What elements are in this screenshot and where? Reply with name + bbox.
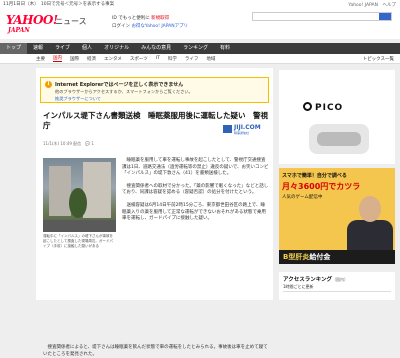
nav-item-breaking[interactable]: 速報	[27, 43, 49, 54]
category-it[interactable]: IT	[156, 56, 160, 61]
vr-headset-image	[309, 124, 369, 154]
ranking-title: アクセスランキング（国内）	[283, 275, 348, 283]
warning-title: Internet Explorerではページを正しく表示できません	[55, 82, 184, 88]
header-id-line: ID でもっと便利に 新規取得	[112, 15, 169, 21]
category-economy[interactable]: 経済	[87, 56, 96, 62]
news-section-label[interactable]: ニュース	[55, 16, 87, 27]
category-local[interactable]: 地域	[206, 56, 215, 62]
category-main[interactable]: 主要	[36, 56, 45, 62]
article-container: i Internet Explorerではページを正しく表示できません 他のブラ…	[36, 68, 273, 357]
header-login-line: ログイン お得なYahoo! JAPANアプリ	[112, 23, 188, 29]
ranking-sub: （国内）	[332, 277, 349, 282]
ranking-title-text: アクセスランキング	[283, 277, 333, 283]
search-button[interactable]	[379, 13, 391, 20]
nav-item-ranking[interactable]: ランキング	[177, 43, 214, 54]
category-entertainment[interactable]: エンタメ	[104, 56, 122, 62]
id-prompt: ID でもっと便利に	[112, 16, 150, 21]
jiji-mark-icon	[223, 125, 232, 133]
warning-body: 他のブラウザーからアクセスするか、スマートフォンからご覧ください。	[55, 89, 193, 94]
photo-building	[49, 166, 71, 216]
category-science[interactable]: 科学	[168, 56, 177, 62]
info-icon: i	[45, 81, 52, 88]
ad-bar-red: B型肝炎	[283, 253, 310, 261]
sidebar: PICO スマホで簡単！自分で調べる 月々3600円でカツラ 人気のゲーム配信中…	[279, 68, 400, 300]
article-paragraph: 捜査関係者によると、堤下さんは睡眠薬を飲んだ状態で車の運転をしたとみられる。事故…	[43, 345, 268, 357]
article-paragraph: 送検容疑は6月14日午前2時15分ごろ、東京都世田谷区の路上で、睡眠薬入りの薬を…	[122, 202, 266, 222]
pico-ad[interactable]: PICO	[279, 70, 395, 164]
main-nav: トップ 速報 ライブ 個人 オリジナル みんなの意見 ランキング 有料	[0, 43, 400, 54]
nav-item-top[interactable]: トップ	[0, 43, 28, 54]
photo-road	[43, 220, 116, 232]
article-photo[interactable]	[43, 158, 116, 232]
search-input[interactable]	[252, 12, 392, 21]
vr-lens	[317, 132, 361, 146]
pico-logo: PICO	[303, 102, 343, 113]
nav-item-original[interactable]: オリジナル	[98, 43, 135, 54]
article-meta: 11/1(木) 10:49 配信 💬 1	[43, 141, 94, 146]
signup-link[interactable]: 新規取得	[151, 16, 169, 21]
topics-list-link[interactable]: トピックス一覧	[363, 56, 394, 62]
ad-person-image	[347, 196, 393, 260]
category-sports[interactable]: スポーツ	[130, 56, 148, 62]
pico-ring-icon	[303, 102, 312, 111]
login-link[interactable]: ログイン	[112, 24, 130, 29]
article-paragraph: 捜査関係者への取材で分かった。「薬の影響で眠くなった」などと話しており、同課は容…	[122, 183, 269, 196]
photo-building	[83, 162, 111, 218]
ad-mid-text: 人気のゲーム配信中	[282, 195, 323, 200]
source-sub: 時事通信社	[234, 131, 250, 135]
article-body: 睡眠薬を服用して車を運転し事故を起こしたとして、警視庁交通捜査課は1日、道路交通…	[122, 158, 269, 229]
access-ranking: アクセスランキング（国内） 1時間ごとに更新	[279, 272, 395, 300]
recommended-browser-link[interactable]: 推奨ブラウザーについて	[55, 96, 101, 102]
top-strip-text: 11月1日日（木） 10日で元号＜元号＞を表示する事案	[3, 2, 115, 7]
site-header: YAHOO! JAPAN ニュース ID でもっと便利に 新規取得 ログイン お…	[0, 11, 400, 39]
source-logo[interactable]: JIJI.COM 時事通信社	[223, 124, 269, 135]
yahoo-logo-sub: JAPAN	[8, 27, 30, 34]
ranking-update-note[interactable]: 1時間ごとに更新	[283, 284, 391, 292]
nav-item-personal[interactable]: 個人	[76, 43, 98, 54]
pico-brand: PICO	[315, 103, 344, 113]
ad-bottom-text: B型肝炎給付金	[283, 252, 330, 262]
yellow-ad[interactable]: スマホで簡単！自分で調べる 月々3600円でカツラ 人気のゲーム配信中 B型肝炎…	[279, 168, 395, 264]
top-strip: 11月1日日（木） 10日で元号＜元号＞を表示する事案 Yahoo! JAPAN…	[0, 0, 400, 11]
category-life[interactable]: ライフ	[185, 56, 199, 62]
source-name: JIJI.COM	[234, 124, 261, 131]
category-world[interactable]: 国際	[70, 56, 79, 62]
photo-tree	[69, 188, 87, 218]
ad-bar-white: 給付金	[309, 253, 331, 261]
top-strip-links[interactable]: Yahoo! JAPAN ヘルプ	[348, 2, 396, 8]
person-head	[359, 196, 381, 222]
category-domestic[interactable]: 国内	[53, 55, 62, 62]
app-link[interactable]: お得なYahoo! JAPANアプリ	[131, 24, 188, 29]
ad-headline: 月々3600円でカツラ	[282, 182, 361, 191]
category-nav: 主要 国内 国際 経済 エンタメ スポーツ IT 科学 ライフ 地域 トピックス…	[0, 54, 400, 64]
nav-item-live[interactable]: ライブ	[49, 43, 76, 54]
yahoo-logo[interactable]: YAHOO!	[6, 13, 58, 27]
nav-item-opinion[interactable]: みんなの意見	[135, 43, 177, 54]
ad-top-text: スマホで簡単！自分で調べる	[282, 173, 347, 179]
browser-warning: i Internet Explorerではページを正しく表示できません 他のブラ…	[40, 77, 269, 103]
photo-caption: 運転中に「インパルス」の堤下さんが事故を起こしたとして捜査した現場周辺。ガードパ…	[43, 234, 113, 248]
nav-item-paid[interactable]: 有料	[214, 43, 236, 54]
article-paragraph: 睡眠薬を服用して車を運転し事故を起こしたとして、警視庁交通捜査課は1日、道路交通…	[122, 158, 269, 177]
